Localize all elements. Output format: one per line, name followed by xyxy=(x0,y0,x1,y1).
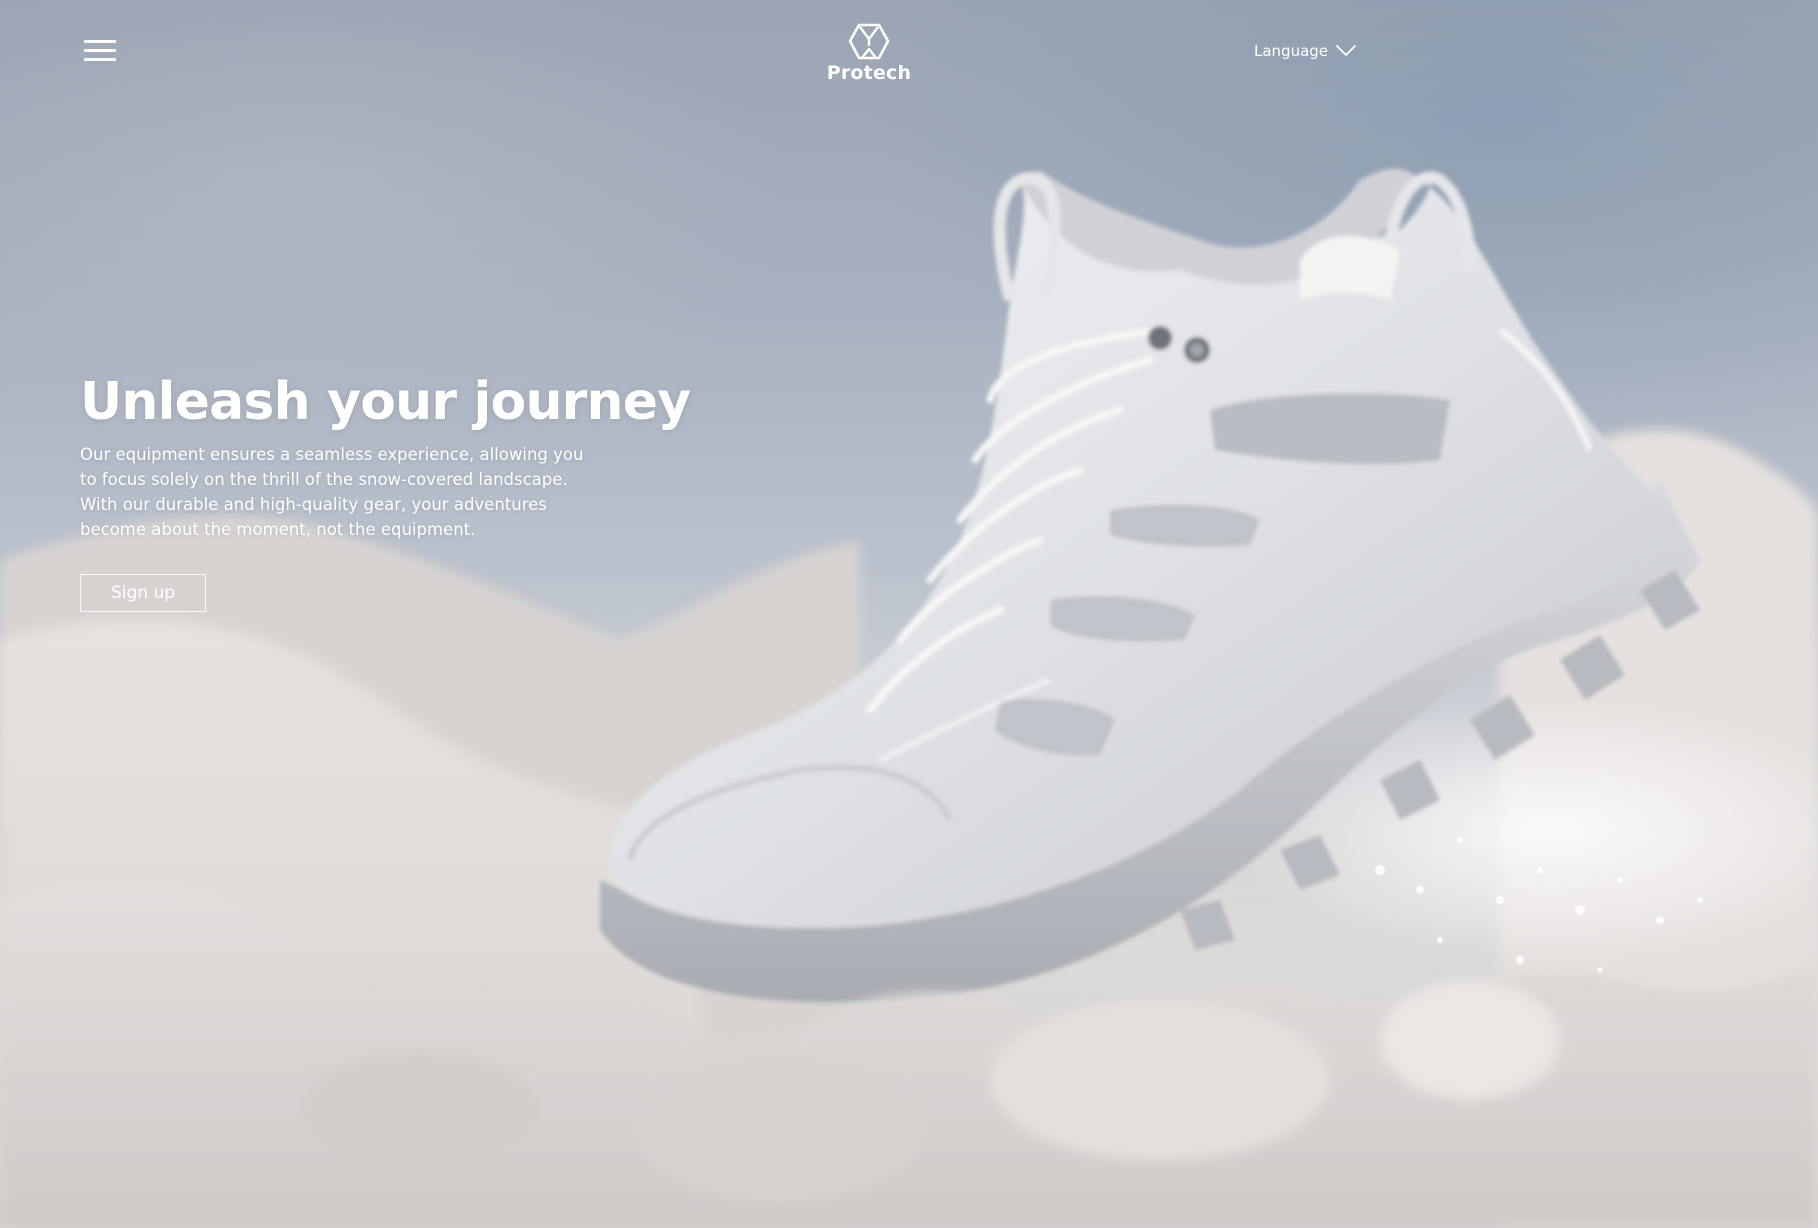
language-selector[interactable]: Language xyxy=(1254,40,1356,62)
language-label: Language xyxy=(1254,42,1329,60)
landing-page: Protech Language Unleash your journey Ou… xyxy=(0,0,1818,1228)
hero-section: Unleash your journey Our equipment ensur… xyxy=(80,368,720,542)
hamburger-bar xyxy=(84,49,116,52)
hamburger-bar xyxy=(84,58,116,61)
hero-description: Our equipment ensures a seamless experie… xyxy=(80,445,584,539)
hamburger-menu-icon[interactable] xyxy=(84,38,116,62)
hero-background-image xyxy=(0,168,1818,1228)
hero-title: Unleash your journey xyxy=(80,372,691,432)
sign-up-button[interactable]: Sign up xyxy=(80,574,206,612)
brand-logo[interactable]: Protech xyxy=(809,22,929,92)
chevron-down-icon xyxy=(1336,45,1356,56)
brand-name: Protech xyxy=(826,62,912,84)
protech-hexagon-logo-icon xyxy=(848,23,890,60)
hamburger-bar xyxy=(84,40,116,43)
